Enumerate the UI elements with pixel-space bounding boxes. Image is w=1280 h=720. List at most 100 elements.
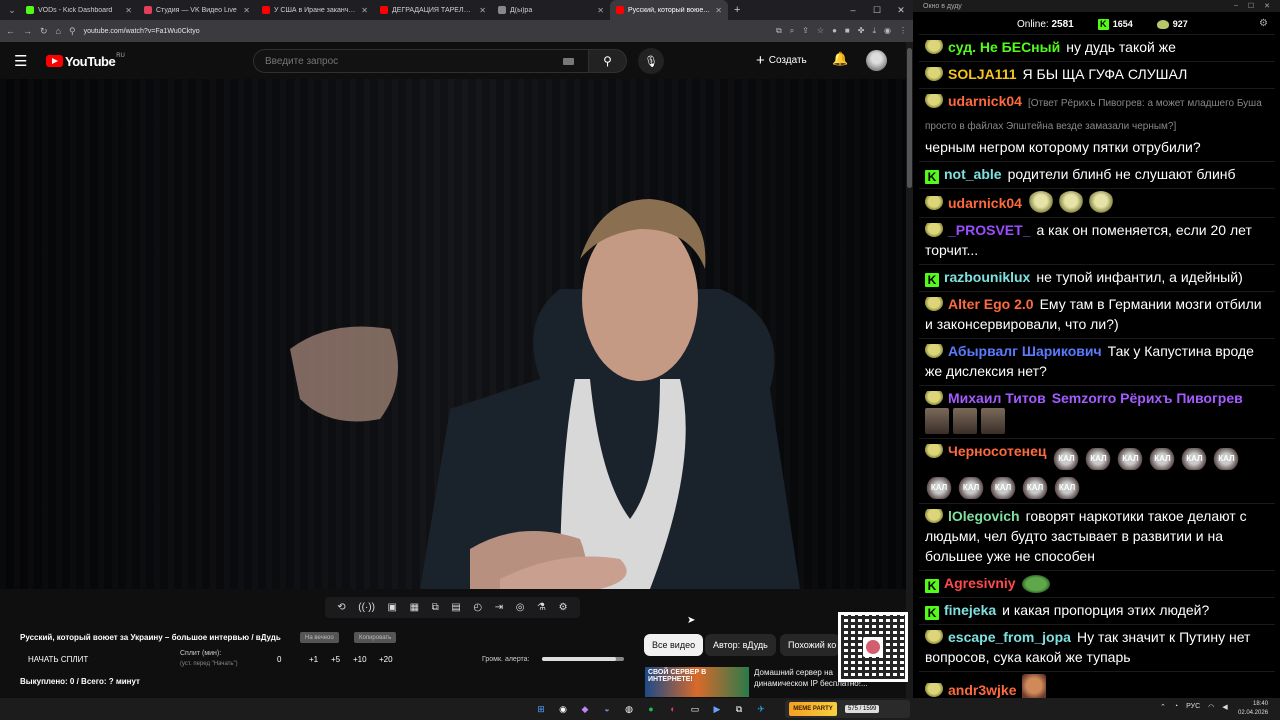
spotify-icon[interactable]: ● xyxy=(642,700,660,718)
chrome-icon[interactable]: ◉ xyxy=(554,700,572,718)
chat-username[interactable]: Черносотенец xyxy=(948,443,1046,459)
forward-icon[interactable]: → xyxy=(23,26,32,36)
chat-username[interactable]: andr3wjke xyxy=(948,682,1016,698)
tab-close-icon[interactable]: ✕ xyxy=(715,6,722,15)
video-player[interactable] xyxy=(0,79,906,589)
browser-tab[interactable]: ДЕГРАДАЦИЯ ТАРЕЛОЧНИЦ ✕ xyxy=(374,0,492,20)
chat-username[interactable]: udarnick04 xyxy=(948,195,1022,211)
extension-icon[interactable]: ■ xyxy=(845,26,850,36)
audio-icon[interactable]: ((·)) xyxy=(358,602,375,613)
translate-icon[interactable]: ⧉ xyxy=(776,26,782,36)
minimize-icon[interactable]: – xyxy=(841,5,865,16)
frames-icon[interactable]: ▤ xyxy=(451,602,460,613)
alert-volume-slider[interactable] xyxy=(542,657,624,661)
chat-username[interactable]: Agresivniy xyxy=(944,575,1016,591)
browser-menu-icon[interactable]: ⋮ xyxy=(899,26,907,36)
browser-tab[interactable]: VODs - Kick Dashboard ✕ xyxy=(20,0,138,20)
page-scrollbar[interactable] xyxy=(906,42,913,698)
search-button[interactable]: ⚲ xyxy=(589,49,627,73)
tab-close-icon[interactable]: ✕ xyxy=(361,6,368,15)
chat-username[interactable]: udarnick04 xyxy=(948,93,1022,109)
chat-username[interactable]: not_able xyxy=(944,166,1002,182)
home-icon[interactable]: ⌂ xyxy=(56,26,61,36)
maximize-icon[interactable]: ☐ xyxy=(1248,2,1254,10)
app-icon[interactable]: ◐ xyxy=(664,700,682,718)
copy-button[interactable]: Копировать xyxy=(354,632,397,643)
avatar[interactable] xyxy=(866,50,887,71)
screenshot-camera-icon[interactable]: ◎ xyxy=(516,602,525,613)
browser-tab[interactable]: Д(ы)ра ✕ xyxy=(492,0,610,20)
tray-chevron-icon[interactable]: ⌃ xyxy=(1160,703,1166,711)
minimize-icon[interactable]: – xyxy=(1234,2,1238,10)
start-split-button[interactable]: НАЧАТЬ СПЛИТ xyxy=(28,655,88,664)
notifications-bell-icon[interactable]: 🔔 xyxy=(832,51,848,67)
chat-username[interactable]: escape_from_jopa xyxy=(948,629,1071,645)
profile-icon[interactable]: ◉ xyxy=(884,26,891,36)
telegram-icon[interactable]: ✈ xyxy=(752,700,770,718)
chat-username[interactable]: Михаил Титов xyxy=(948,390,1046,406)
chip-author[interactable]: Автор: вДудь xyxy=(705,634,776,656)
split-add-button[interactable]: +10 xyxy=(353,655,367,664)
search-input[interactable] xyxy=(265,55,563,67)
wifi-icon[interactable]: ◠ xyxy=(1208,703,1214,711)
loop-icon[interactable]: ⟲ xyxy=(337,602,345,613)
flask-icon[interactable]: ⚗ xyxy=(537,602,546,613)
tab-close-icon[interactable]: ✕ xyxy=(243,6,250,15)
url-field[interactable]: youtube.com/watch?v=Fa1Wu0Cktyo xyxy=(84,28,768,35)
tab-close-icon[interactable]: ✕ xyxy=(125,6,132,15)
chat-username[interactable]: razbouniklux xyxy=(944,269,1030,285)
screen-record-icon[interactable]: ▣ xyxy=(388,602,397,613)
download-icon[interactable]: ⤓ xyxy=(872,26,876,36)
extensions-puzzle-icon[interactable]: ✤ xyxy=(858,26,865,36)
chat-username[interactable]: Alter Ego 2.0 xyxy=(948,296,1034,312)
discord-icon[interactable]: ◒ xyxy=(598,700,616,718)
ad-thumbnail[interactable]: СВОЙ СЕРВЕР В ИНТЕРНЕТЕ! xyxy=(645,667,749,697)
volume-icon[interactable]: ◀ xyxy=(1222,703,1227,711)
gamepad-icon[interactable]: ▭ xyxy=(686,700,704,718)
tag-pill[interactable]: На вечеоо xyxy=(300,632,339,643)
new-tab-button[interactable]: + xyxy=(728,4,746,16)
browser-tab[interactable]: Русский, который воюет з ✕ xyxy=(610,0,728,20)
film-icon[interactable]: ▦ xyxy=(410,602,419,613)
chat-username[interactable]: SOLJA111 xyxy=(948,66,1017,82)
tab-menu-icon[interactable]: ⌄ xyxy=(4,2,20,18)
close-icon[interactable]: ✕ xyxy=(889,5,913,16)
site-info-icon[interactable]: ⚲ xyxy=(69,26,76,37)
chip-all-videos[interactable]: Все видео xyxy=(644,634,704,656)
steam-icon[interactable]: ◍ xyxy=(620,700,638,718)
voice-search-button[interactable]: 🎙 xyxy=(638,48,664,74)
split-add-button[interactable]: +1 xyxy=(309,655,318,664)
speed-icon[interactable]: ◴ xyxy=(473,602,482,613)
back-icon[interactable]: ← xyxy=(6,26,15,36)
create-button[interactable]: + Создать xyxy=(756,52,807,69)
chat-username[interactable]: _PROSVET_ xyxy=(948,222,1030,238)
chat-username[interactable]: lOlegovich xyxy=(948,508,1020,524)
reload-icon[interactable]: ↻ xyxy=(40,26,48,37)
keyboard-icon[interactable] xyxy=(563,57,574,65)
chip-related[interactable]: Похожий ко xyxy=(780,634,840,656)
windows-start-icon[interactable]: ⊞ xyxy=(532,700,550,718)
player-icon[interactable]: ▶ xyxy=(708,700,726,718)
language-indicator[interactable]: РУС xyxy=(1186,703,1200,711)
tab-close-icon[interactable]: ✕ xyxy=(597,6,604,15)
browser-tab[interactable]: Студия — VK Видео Live ✕ xyxy=(138,0,256,20)
jump-icon[interactable]: ⇥ xyxy=(495,602,503,613)
split-add-button[interactable]: +5 xyxy=(331,655,340,664)
close-icon[interactable]: ✕ xyxy=(1264,2,1270,10)
app-icon[interactable]: ⧉ xyxy=(730,700,748,718)
split-add-button[interactable]: 0 xyxy=(277,655,281,664)
clock[interactable]: 18:40 02.04.2026 xyxy=(1238,700,1268,718)
chat-settings-gear-icon[interactable]: ⚙ xyxy=(1259,18,1268,29)
split-add-button[interactable]: +20 xyxy=(379,655,393,664)
zoom-icon[interactable]: ⌕ xyxy=(790,26,794,36)
youtube-logo[interactable]: YouTube RU xyxy=(46,53,125,69)
meme-party-app[interactable]: MEME PARTY 575 / 1599 xyxy=(785,700,910,718)
maximize-icon[interactable]: ☐ xyxy=(865,5,889,16)
chat-username[interactable]: finejeka xyxy=(944,602,996,618)
chat-username[interactable]: суд. Не БЕСный xyxy=(948,39,1060,55)
browser-tab[interactable]: У США в Иране заканчиваются ✕ xyxy=(256,0,374,20)
chat-username[interactable]: Абырвалг Шарикович xyxy=(948,343,1102,359)
menu-icon[interactable]: ☰ xyxy=(14,52,34,70)
scrollbar-thumb[interactable] xyxy=(907,48,912,188)
app-icon[interactable]: ◆ xyxy=(576,700,594,718)
